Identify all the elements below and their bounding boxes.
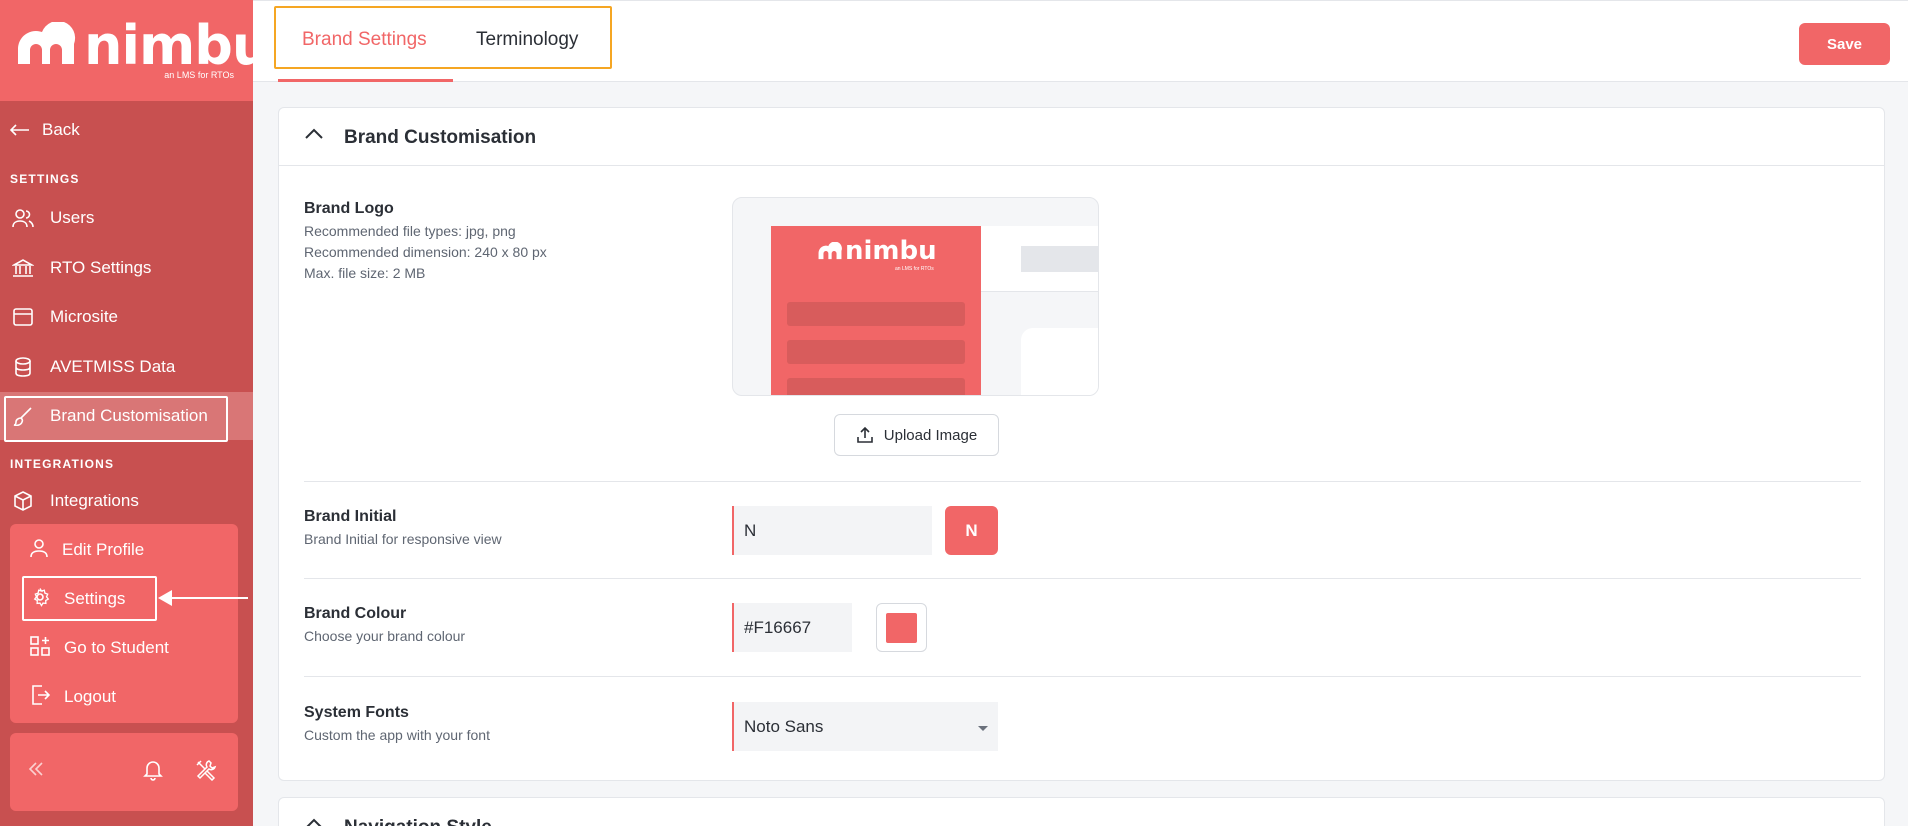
top-bar: Brand Settings Terminology Save [253, 0, 1908, 82]
preview-content [1021, 328, 1098, 395]
preview-header [981, 226, 1098, 292]
profile-popup-menu: Edit Profile Settings Go to Student Logo… [10, 524, 238, 723]
upload-icon [856, 426, 873, 443]
panel-title: Brand Customisation [344, 127, 537, 148]
browser-icon [12, 306, 34, 328]
sidebar-footer [10, 733, 238, 811]
brand-logo-help-3: Max. file size: 2 MB [304, 265, 426, 281]
preview-cloud-icon [818, 242, 842, 260]
menu-item-label: Edit Profile [62, 540, 145, 559]
brand-logo-label: Brand Logo [304, 200, 394, 217]
panel-title: Navigation Style [344, 817, 492, 826]
panel-header[interactable]: Brand Customisation [279, 108, 1884, 166]
upload-image-button[interactable]: Upload Image [834, 414, 999, 456]
menu-item-label: Logout [64, 687, 116, 706]
menu-item-edit-profile[interactable]: Edit Profile [10, 526, 238, 574]
preview-sidebar: nimbu an LMS for RTOs [771, 226, 981, 395]
divider [304, 578, 1861, 579]
preview-tagline: an LMS for RTOs [895, 266, 934, 272]
sidebar-item-label: AVETMISS Data [50, 357, 176, 376]
tools-icon[interactable] [195, 759, 217, 786]
cloud-logo-icon [18, 22, 76, 64]
sidebar-item-avetmiss-data[interactable]: AVETMISS Data [0, 343, 253, 391]
brand-colour-label: Brand Colour [304, 605, 407, 622]
cube-icon [12, 490, 34, 512]
database-icon [12, 356, 34, 378]
brand-initial-input[interactable]: N [732, 506, 932, 555]
arrow-left-icon [10, 124, 29, 136]
preview-nav-bar [787, 302, 965, 326]
colour-swatch [886, 613, 917, 643]
active-tab-indicator [278, 79, 453, 82]
highlight-box [4, 396, 228, 442]
brand-name: nimbu [84, 14, 253, 77]
sidebar-item-microsite[interactable]: Microsite [0, 293, 253, 341]
highlight-box [274, 6, 612, 69]
brand-colour-input[interactable]: #F16667 [732, 603, 852, 652]
bell-icon[interactable] [143, 759, 163, 786]
collapse-icon[interactable] [28, 761, 44, 782]
brand-tagline: an LMS for RTOs [164, 70, 234, 80]
back-label: Back [42, 120, 80, 139]
sidebar-item-label: Integrations [50, 491, 139, 510]
system-fonts-help: Custom the app with your font [304, 727, 490, 743]
sidebar-item-label: RTO Settings [50, 258, 152, 277]
sidebar-item-users[interactable]: Users [0, 194, 253, 242]
divider [304, 676, 1861, 677]
users-icon [12, 207, 34, 229]
sidebar-item-rto-settings[interactable]: RTO Settings [0, 244, 253, 292]
apps-icon [30, 635, 50, 661]
sidebar-item-label: Users [50, 208, 95, 227]
menu-item-go-to-student[interactable]: Go to Student [10, 624, 238, 672]
logout-icon [30, 684, 51, 710]
menu-item-logout[interactable]: Logout [10, 673, 238, 721]
brand-logo-help-1: Recommended file types: jpg, png [304, 223, 516, 239]
preview-header-block [1021, 246, 1098, 272]
system-fonts-select[interactable]: Noto Sans [732, 702, 998, 751]
chevron-up-icon[interactable] [305, 818, 323, 826]
integrations-section-label: INTEGRATIONS [10, 457, 115, 471]
brand-initial-preview: N [945, 506, 998, 555]
arrow-head [158, 590, 172, 606]
preview-brand-name: nimbu [845, 236, 937, 266]
caret-down-icon [978, 726, 988, 731]
upload-image-label: Upload Image [883, 426, 978, 444]
system-fonts-label: System Fonts [304, 704, 409, 721]
brand-logo[interactable]: nimbu an LMS for RTOs [0, 0, 253, 101]
sidebar-item-label: Microsite [50, 307, 119, 326]
pointer-arrow [168, 597, 248, 599]
highlight-box [22, 576, 157, 621]
preview-nav-bar [787, 378, 965, 395]
colour-picker-button[interactable] [876, 603, 927, 652]
settings-section-label: SETTINGS [10, 172, 80, 186]
user-icon [30, 538, 48, 563]
back-link[interactable]: Back [10, 117, 80, 143]
brand-colour-help: Choose your brand colour [304, 628, 466, 644]
logo-preview: nimbu an LMS for RTOs [732, 197, 1099, 396]
bank-icon [12, 257, 34, 279]
navigation-style-panel[interactable]: Navigation Style [278, 797, 1885, 826]
chevron-up-icon[interactable] [305, 128, 323, 140]
brand-customisation-panel: Brand Customisation Brand Logo Recommend… [278, 107, 1885, 781]
save-button[interactable]: Save [1799, 23, 1890, 65]
divider [304, 481, 1861, 482]
menu-item-label: Go to Student [64, 638, 169, 657]
brand-logo-help-2: Recommended dimension: 240 x 80 px [304, 244, 547, 260]
sidebar: nimbu an LMS for RTOs Back SETTINGS User… [0, 0, 253, 826]
sidebar-item-integrations[interactable]: Integrations [0, 477, 253, 525]
preview-nav-bar [787, 340, 965, 364]
brand-initial-label: Brand Initial [304, 508, 397, 525]
system-fonts-value: Noto Sans [744, 716, 824, 736]
brand-initial-help: Brand Initial for responsive view [304, 531, 502, 547]
